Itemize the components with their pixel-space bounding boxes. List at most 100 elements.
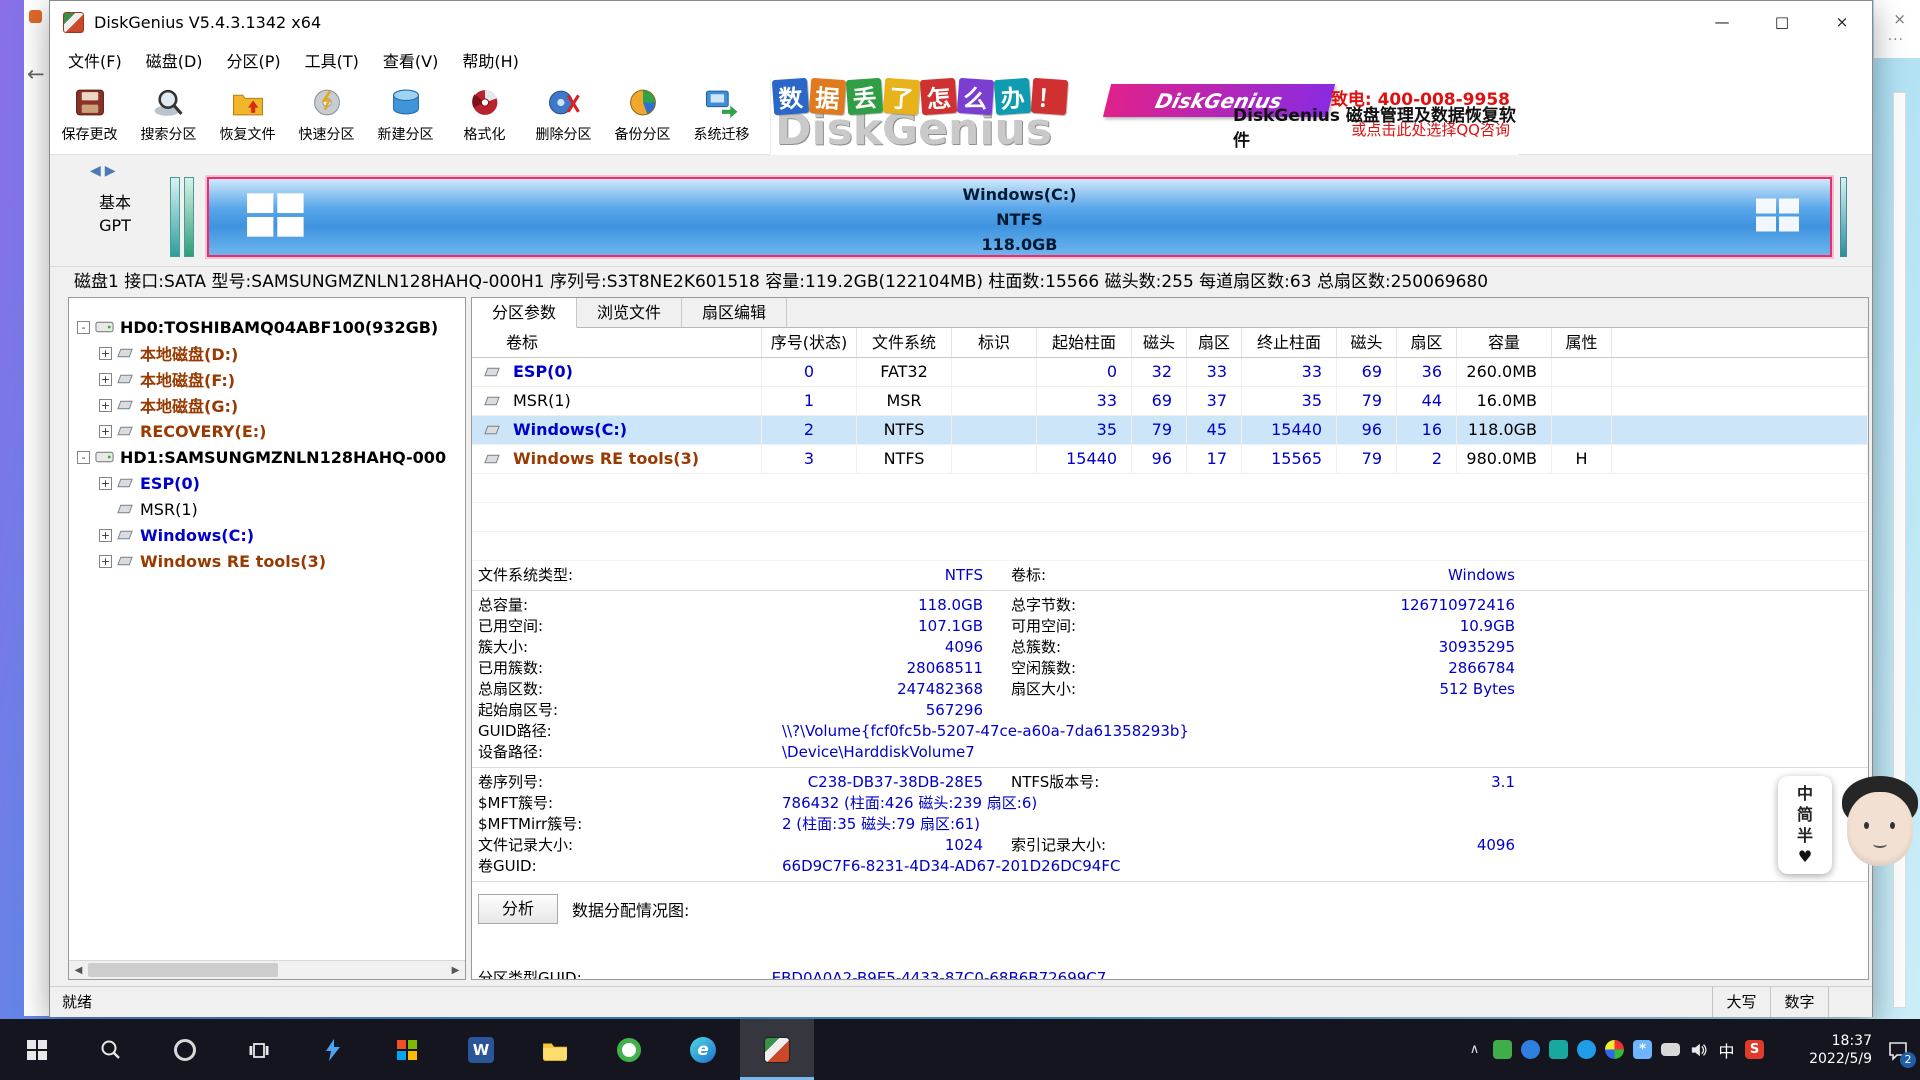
expand-icon[interactable]: + <box>99 373 112 386</box>
prev-disk-icon[interactable]: ◀ <box>90 163 105 179</box>
notification-center-button[interactable]: 2 <box>1876 1019 1920 1080</box>
expand-icon[interactable]: + <box>99 555 112 568</box>
tray-qq-icon[interactable] <box>1577 1040 1596 1059</box>
ad-phone[interactable]: 致电: 400-008-9958 <box>1331 85 1510 110</box>
scroll-left-icon[interactable]: ◀ <box>69 965 88 976</box>
tab-browse-files[interactable]: 浏览文件 <box>577 298 682 327</box>
tree-item-local-disk-f[interactable]: + 本地磁盘(F:) <box>69 366 465 392</box>
scroll-right-icon[interactable]: ▶ <box>446 965 465 976</box>
tray-keyboard-icon[interactable] <box>1661 1043 1680 1056</box>
table-row-esp[interactable]: ESP(0) 0 FAT32 0 32 33 33 69 36 260.0MB <box>472 358 1868 387</box>
green-browser-icon <box>617 1038 641 1062</box>
expand-icon[interactable]: + <box>99 347 112 360</box>
expand-icon[interactable]: + <box>99 399 112 412</box>
ime-zh-indicator[interactable]: 中 <box>1717 1040 1736 1059</box>
expand-icon[interactable]: + <box>99 425 112 438</box>
file-explorer-button[interactable] <box>518 1019 592 1080</box>
word-app-button[interactable]: W <box>444 1019 518 1080</box>
background-more-icon[interactable]: ··· <box>1888 32 1904 48</box>
tree-item-windows-re-tools[interactable]: + Windows RE tools(3) <box>69 548 465 574</box>
tree-item-local-disk-d[interactable]: + 本地磁盘(D:) <box>69 340 465 366</box>
tab-sector-edit[interactable]: 扇区编辑 <box>682 298 787 327</box>
tree-horizontal-scrollbar[interactable]: ◀ ▶ <box>69 960 465 979</box>
close-button[interactable]: × <box>1812 1 1872 43</box>
tree-item-local-disk-g[interactable]: + 本地磁盘(G:) <box>69 392 465 418</box>
tree-item-esp[interactable]: + ESP(0) <box>69 470 465 496</box>
heart-icon[interactable]: ♥ <box>1778 846 1832 867</box>
expand-icon[interactable]: + <box>99 529 112 542</box>
table-row-windows-re-tools[interactable]: Windows RE tools(3) 3 NTFS 15440 96 17 1… <box>472 445 1868 474</box>
edge-browser-button[interactable]: e <box>666 1019 740 1080</box>
table-header[interactable]: 卷标 序号(状态) 文件系统 标识 起始柱面 磁头 扇区 终止柱面 磁头 扇区 … <box>472 328 1868 358</box>
ime-halfwidth-mode[interactable]: 半 <box>1778 825 1832 846</box>
analyze-button[interactable]: 分析 <box>478 894 558 924</box>
partition-bar-label: Windows(C:) NTFS 118.0GB <box>209 182 1830 257</box>
browser-360-button[interactable] <box>592 1019 666 1080</box>
taskbar-clock[interactable]: 18:37 2022/5/9 <box>1776 1032 1872 1068</box>
minimize-button[interactable]: — <box>1692 1 1752 43</box>
taskbar-search-button[interactable] <box>74 1019 148 1080</box>
quick-partition-button[interactable]: 快速分区 <box>287 77 366 154</box>
menu-view[interactable]: 查看(V) <box>371 43 450 77</box>
recover-files-button[interactable]: 恢复文件 <box>208 77 287 154</box>
tree-item-recovery-e[interactable]: + RECOVERY(E:) <box>69 418 465 444</box>
taskbar: W e ∧ * 中 S 18:37 2022/5/9 2 <box>0 1019 1920 1080</box>
tray-green-app-icon[interactable] <box>1493 1040 1512 1059</box>
lightning-app-button[interactable] <box>296 1019 370 1080</box>
table-row-windows-c-selected[interactable]: Windows(C:) 2 NTFS 35 79 45 15440 96 16 … <box>472 416 1868 445</box>
esp-partition-mini-bar[interactable] <box>170 177 180 257</box>
collapse-icon[interactable]: - <box>77 451 90 464</box>
system-migrate-button[interactable]: 系统迁移 <box>682 77 761 154</box>
ime-mode-panel[interactable]: 中 简 半 ♥ <box>1778 776 1832 874</box>
new-partition-button[interactable]: 新建分区 <box>366 77 445 154</box>
tray-pinwheel-icon[interactable] <box>1605 1040 1624 1059</box>
expand-icon[interactable]: + <box>99 477 112 490</box>
menu-partition[interactable]: 分区(P) <box>215 43 293 77</box>
menu-file[interactable]: 文件(F) <box>56 43 134 77</box>
backup-partition-button[interactable]: 备份分区 <box>603 77 682 154</box>
hidden-icons-chevron[interactable]: ∧ <box>1465 1040 1484 1059</box>
msr-partition-mini-bar[interactable] <box>184 177 194 257</box>
toolbar: 保存更改 搜索分区 恢复文件 快速分区 新建分区 格式化 <box>50 77 1872 155</box>
sogou-icon[interactable]: S <box>1745 1040 1764 1059</box>
tray-snowflake-icon[interactable]: * <box>1633 1040 1652 1059</box>
maximize-button[interactable]: □ <box>1752 1 1812 43</box>
save-changes-button[interactable]: 保存更改 <box>50 77 129 154</box>
tree-item-windows-c[interactable]: + Windows(C:) <box>69 522 465 548</box>
tab-partition-parameters[interactable]: 分区参数 <box>472 298 577 328</box>
cortana-button[interactable] <box>148 1019 222 1080</box>
delete-partition-button[interactable]: 删除分区 <box>524 77 603 154</box>
menu-help[interactable]: 帮助(H) <box>450 43 531 77</box>
next-disk-icon[interactable]: ▶ <box>105 163 120 179</box>
ime-status-widget[interactable]: 中 简 半 ♥ <box>1778 776 1920 874</box>
ad-qq-link[interactable]: 或点击此处选择QQ咨询 <box>1351 119 1510 140</box>
search-partition-button[interactable]: 搜索分区 <box>129 77 208 154</box>
scroll-track[interactable] <box>88 961 446 979</box>
background-close-icon[interactable]: × <box>1893 10 1906 28</box>
menu-tools[interactable]: 工具(T) <box>293 43 371 77</box>
windows-c-partition-bar[interactable]: Windows(C:) NTFS 118.0GB <box>207 177 1832 257</box>
re-tools-partition-mini-bar[interactable] <box>1840 177 1847 257</box>
volume-icon[interactable] <box>1689 1040 1708 1059</box>
tray-blue-app-icon[interactable] <box>1521 1040 1540 1059</box>
task-view-button[interactable] <box>222 1019 296 1080</box>
back-arrow-icon[interactable]: ← <box>27 62 45 86</box>
resize-grip[interactable] <box>1828 987 1872 1017</box>
collapse-icon[interactable]: - <box>77 321 90 334</box>
ad-banner[interactable]: DiskGenius 数 据 丢 了 怎 么 办 ！ DiskGenius Di… <box>770 77 1519 155</box>
ime-chinese-mode[interactable]: 中 <box>1778 783 1832 804</box>
ime-simplified-mode[interactable]: 简 <box>1778 804 1832 825</box>
diskgenius-taskbar-button[interactable] <box>740 1019 814 1080</box>
menu-disk[interactable]: 磁盘(D) <box>134 43 215 77</box>
scroll-thumb[interactable] <box>88 963 278 977</box>
partition-icon <box>484 424 501 436</box>
tray-teal-app-icon[interactable] <box>1549 1040 1568 1059</box>
format-button[interactable]: 格式化 <box>445 77 524 154</box>
num-indicator: 数字 <box>1770 987 1828 1017</box>
start-button[interactable] <box>0 1019 74 1080</box>
tree-item-msr[interactable]: MSR(1) <box>69 496 465 522</box>
tree-item-hd1[interactable]: - HD1:SAMSUNGMZNLN128HAHQ-000 <box>69 444 465 470</box>
tree-item-hd0[interactable]: - HD0:TOSHIBAMQ04ABF100(932GB) <box>69 314 465 340</box>
ms-grid-app-button[interactable] <box>370 1019 444 1080</box>
table-row-msr[interactable]: MSR(1) 1 MSR 33 69 37 35 79 44 16.0MB <box>472 387 1868 416</box>
